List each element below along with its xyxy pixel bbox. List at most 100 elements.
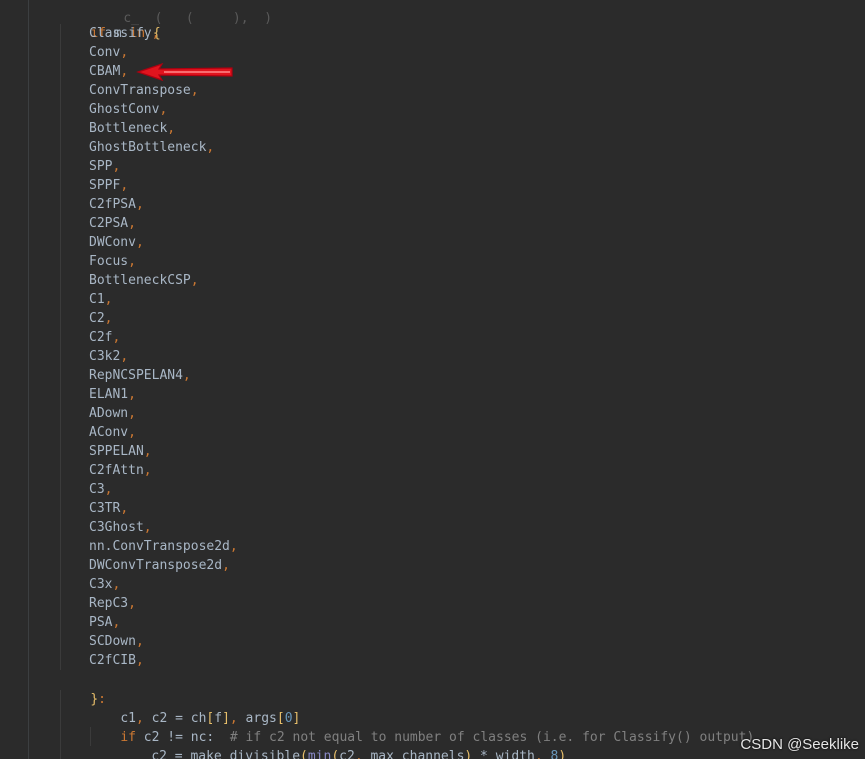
module-list-item: C3k2, (89, 347, 128, 366)
module-list-item: SPP, (89, 157, 120, 176)
comma: , (151, 26, 160, 41)
module-list-item: CBAM, (89, 62, 128, 81)
module-name: C2f (89, 330, 113, 345)
comma: , (128, 216, 136, 231)
module-list-item: C2PSA, (89, 214, 136, 233)
module-name: Classify (89, 26, 152, 41)
module-name: SCDown (89, 634, 136, 649)
module-name: PSA (89, 615, 113, 630)
comma: , (159, 102, 168, 117)
module-list-item: SPPELAN, (89, 442, 152, 461)
module-name: ADown (89, 406, 129, 421)
module-list-item: RepNCSPELAN4, (89, 366, 191, 385)
module-name: Conv (89, 45, 121, 60)
comma: , (135, 197, 144, 212)
module-name: RepC3 (89, 596, 129, 611)
module-list-item: GhostConv, (89, 100, 167, 119)
code-line-close-brace: }: (59, 671, 106, 707)
module-list-item: C2fCIB, (89, 651, 144, 670)
comma: , (135, 634, 144, 649)
comma: , (190, 273, 199, 288)
comma: , (104, 292, 113, 307)
comma: , (112, 330, 121, 345)
module-name: CBAM (89, 64, 121, 79)
module-list-item: ADown, (89, 404, 136, 423)
module-name: C1 (89, 292, 105, 307)
editor-gutter-divider (28, 0, 29, 759)
module-list-item: Bottleneck, (89, 119, 175, 138)
paren: ( (331, 749, 340, 759)
module-name: Bottleneck (89, 121, 168, 136)
module-list-item: GhostBottleneck, (89, 138, 214, 157)
module-name: C3x (89, 577, 113, 592)
module-name: DWConv (89, 235, 136, 250)
comma: , (143, 444, 152, 459)
comma: , (112, 159, 121, 174)
module-name: GhostConv (89, 102, 160, 117)
comma: , (135, 653, 144, 668)
code-editor[interactable]: c_ ( ( ), ) if m in { Classify, Conv, CBAM… (0, 0, 865, 759)
module-list-item: C2, (89, 309, 112, 328)
module-list-item: SPPF, (89, 176, 128, 195)
module-name: ELAN1 (89, 387, 129, 402)
number-8: 8 (542, 749, 559, 759)
module-name: C2fCIB (89, 653, 136, 668)
comma: , (120, 64, 129, 79)
builtin-min: min (307, 749, 332, 759)
module-list-item: Classify, (89, 24, 159, 43)
comma: , (128, 387, 136, 402)
module-name: Focus (89, 254, 129, 269)
paren: ( (300, 749, 308, 759)
code-line-if-attn: if m is C2fAttn: (89, 747, 246, 759)
comma: , (112, 577, 121, 592)
module-list-item: nn.ConvTranspose2d, (89, 537, 238, 556)
module-name: SPPF (89, 178, 121, 193)
comma: , (222, 558, 230, 573)
module-name: SPPELAN (89, 444, 144, 459)
module-name: ConvTranspose (89, 83, 191, 98)
module-list-item: C2f, (89, 328, 120, 347)
comma: , (143, 520, 152, 535)
module-list-item: Focus, (89, 252, 136, 271)
comma: , (128, 406, 136, 421)
comma: , (167, 121, 176, 136)
comma: , (128, 425, 136, 440)
module-name: C3 (89, 482, 105, 497)
module-name: GhostBottleneck (89, 140, 207, 155)
comma: , (104, 482, 113, 497)
paren: ) (558, 749, 567, 759)
var-max-channels: max_channels (362, 749, 465, 759)
module-list-item: SCDown, (89, 632, 144, 651)
module-list-item: ConvTranspose, (89, 81, 199, 100)
comma: , (182, 368, 191, 383)
comma: , (206, 140, 215, 155)
comma: , (135, 235, 144, 250)
module-list-item: RepC3, (89, 594, 136, 613)
module-name: C2PSA (89, 216, 129, 231)
comma: , (190, 83, 199, 98)
module-name: C2fAttn (89, 463, 144, 478)
mul-width: * width (472, 749, 535, 759)
indent-guide (60, 24, 61, 670)
module-name: RepNCSPELAN4 (89, 368, 183, 383)
comma: , (120, 501, 129, 516)
comma: , (354, 749, 363, 759)
module-list-item: DWConv, (89, 233, 144, 252)
module-name: nn.ConvTranspose2d (89, 539, 230, 554)
code-line-make-divisible: c2 = make_divisible(min(c2, max_channels… (120, 728, 566, 759)
watermark: CSDN @Seeklike (740, 736, 859, 753)
module-list-item: C2fPSA, (89, 195, 144, 214)
comma: , (104, 311, 113, 326)
module-name: C2fPSA (89, 197, 136, 212)
module-name: AConv (89, 425, 129, 440)
comma: , (128, 254, 136, 269)
module-list-item: C3Ghost, (89, 518, 152, 537)
var-c2: c2 (339, 749, 355, 759)
module-list-item: C3, (89, 480, 112, 499)
module-list-item: C3TR, (89, 499, 128, 518)
cutoff-text: c_ ( ( ), ) (123, 11, 476, 26)
code-line-if-m-in: if m in { (59, 5, 160, 41)
module-list-item: C2fAttn, (89, 461, 152, 480)
comma: , (534, 749, 543, 759)
module-name: SPP (89, 159, 113, 174)
